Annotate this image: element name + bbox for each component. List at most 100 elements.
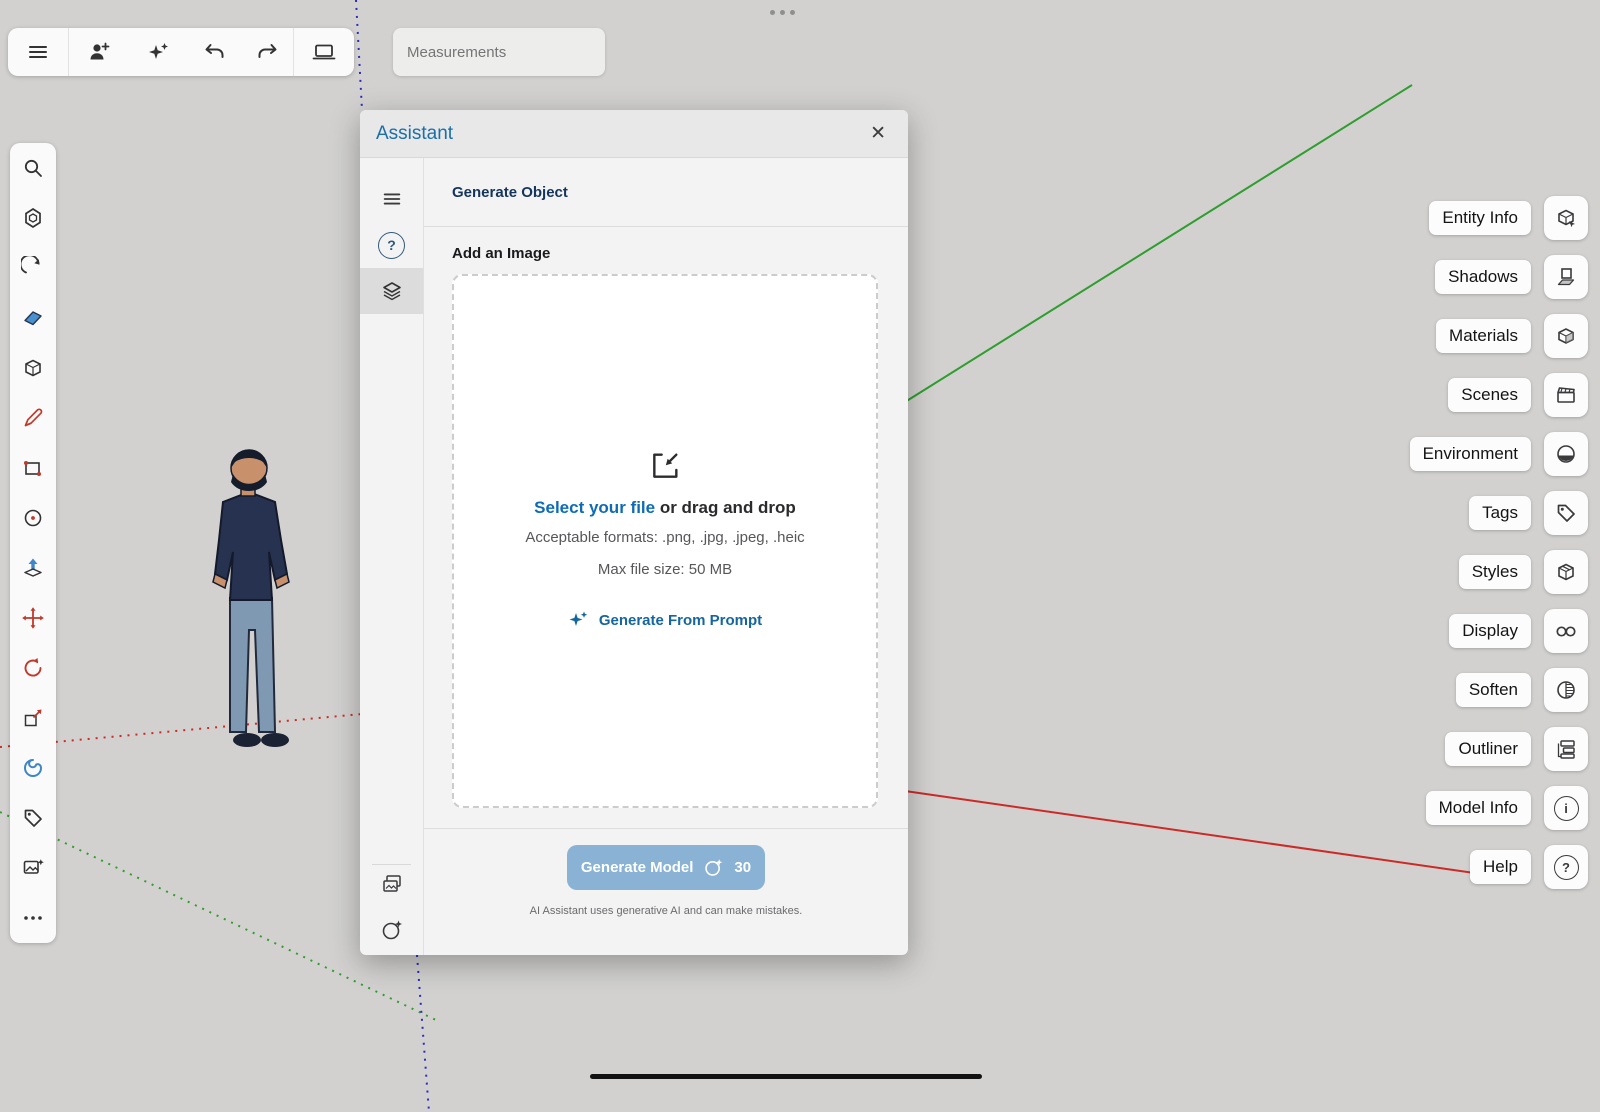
assistant-dialog-body: ? Generate Object Add an Image — [360, 158, 908, 955]
panel-row-model-info: Model Info i — [1410, 786, 1588, 830]
insert-image-tool-button[interactable] — [10, 843, 56, 893]
generate-model-button[interactable]: Generate Model 30 — [567, 845, 765, 890]
circle-center-icon — [21, 506, 45, 530]
eraser-tool-button[interactable] — [10, 293, 56, 343]
panel-label-styles[interactable]: Styles — [1459, 555, 1531, 589]
panel-label-scenes[interactable]: Scenes — [1448, 378, 1531, 412]
panel-label-outliner[interactable]: Outliner — [1445, 732, 1531, 766]
paint-tool-button[interactable] — [10, 743, 56, 793]
model-info-button[interactable]: i — [1544, 786, 1588, 830]
file-dropzone[interactable]: Select your file or drag and drop Accept… — [452, 274, 878, 808]
close-button[interactable]: ✕ — [864, 118, 892, 149]
entity-info-icon — [1554, 206, 1578, 230]
device-sync-button[interactable] — [294, 28, 354, 76]
panel-label-text: Materials — [1449, 326, 1518, 345]
red-pencil-icon — [21, 406, 45, 430]
move-arrows-icon — [21, 606, 45, 630]
dropzone-instruction: Select your file or drag and drop — [534, 498, 796, 518]
undo-button[interactable] — [189, 28, 241, 76]
section-header: Generate Object — [424, 158, 908, 227]
panel-label-help[interactable]: Help — [1470, 850, 1531, 884]
generate-from-prompt-label: Generate From Prompt — [599, 612, 762, 629]
panel-row-styles: Styles — [1410, 550, 1588, 594]
scale-tool-button[interactable] — [10, 693, 56, 743]
help-button[interactable]: ? — [1544, 845, 1588, 889]
soften-sphere-icon — [1554, 678, 1578, 702]
materials-button[interactable] — [1544, 314, 1588, 358]
credit-coin-icon — [380, 918, 404, 942]
panel-label-display[interactable]: Display — [1449, 614, 1531, 648]
panel-label-text: Tags — [1482, 503, 1518, 522]
panel-label-text: Styles — [1472, 562, 1518, 581]
styles-cube-icon — [1554, 560, 1578, 584]
generate-from-prompt-button[interactable]: Generate From Prompt — [562, 608, 768, 632]
shape-tool-button[interactable] — [10, 443, 56, 493]
assistant-generate-tab[interactable] — [360, 268, 423, 314]
scale-figure[interactable] — [183, 440, 311, 758]
entity-info-button[interactable] — [1544, 196, 1588, 240]
add-image-label: Add an Image — [452, 245, 878, 262]
add-person-button[interactable] — [69, 28, 129, 76]
assistant-menu-button[interactable] — [360, 176, 423, 222]
section-tool-button[interactable] — [10, 343, 56, 393]
panel-label-materials[interactable]: Materials — [1436, 319, 1531, 353]
circle-tool-button[interactable] — [10, 493, 56, 543]
panel-label-shadows[interactable]: Shadows — [1435, 260, 1531, 294]
panel-row-entity-info: Entity Info — [1410, 196, 1588, 240]
assistant-help-button[interactable]: ? — [360, 222, 423, 268]
move-tool-button[interactable] — [10, 593, 56, 643]
panel-row-outliner: Outliner — [1410, 727, 1588, 771]
panel-row-soften: Soften — [1410, 668, 1588, 712]
outliner-button[interactable] — [1544, 727, 1588, 771]
home-indicator[interactable] — [590, 1074, 982, 1079]
panel-label-tags[interactable]: Tags — [1469, 496, 1531, 530]
rotate-arrows-icon — [21, 656, 45, 680]
question-icon: ? — [1554, 855, 1579, 880]
window-drag-handle-icon[interactable] — [770, 10, 795, 15]
measurements-input[interactable] — [393, 44, 605, 61]
sparkles-icon — [568, 609, 590, 631]
laptop-icon — [311, 40, 337, 64]
panel-row-display: Display — [1410, 609, 1588, 653]
panel-label-environment[interactable]: Environment — [1410, 437, 1531, 471]
push-pull-tool-button[interactable] — [10, 543, 56, 593]
environment-button[interactable] — [1544, 432, 1588, 476]
more-tools-button[interactable] — [10, 893, 56, 943]
display-button[interactable] — [1544, 609, 1588, 653]
panel-row-environment: Environment — [1410, 432, 1588, 476]
assistant-gallery-button[interactable] — [360, 861, 423, 907]
tags-button[interactable] — [1544, 491, 1588, 535]
hamburger-icon — [381, 188, 403, 210]
ai-assistant-button[interactable] — [129, 28, 189, 76]
tool-palette — [10, 143, 56, 943]
eraser-icon — [21, 306, 45, 330]
panel-label-entity-info[interactable]: Entity Info — [1429, 201, 1531, 235]
dialog-title: Assistant — [376, 123, 864, 145]
marker-tool-button[interactable] — [10, 393, 56, 443]
styles-button[interactable] — [1544, 550, 1588, 594]
rotate-tool-button[interactable] — [10, 643, 56, 693]
panel-label-model-info[interactable]: Model Info — [1426, 791, 1531, 825]
select-file-link[interactable]: Select your file — [534, 498, 655, 517]
image-sparkle-icon — [21, 856, 45, 880]
tag-tool-button[interactable] — [10, 793, 56, 843]
hamburger-icon — [26, 40, 50, 64]
scenes-button[interactable] — [1544, 373, 1588, 417]
soften-button[interactable] — [1544, 668, 1588, 712]
main-menu-button[interactable] — [8, 28, 68, 76]
panel-label-soften[interactable]: Soften — [1456, 673, 1531, 707]
redo-button[interactable] — [241, 28, 293, 76]
zoom-tool-button[interactable] — [10, 143, 56, 193]
sparkles-icon — [147, 40, 171, 64]
outliner-icon — [1554, 737, 1578, 761]
redo-icon — [255, 40, 279, 64]
drag-drop-text: or drag and drop — [655, 498, 796, 517]
orbit-tool-button[interactable] — [10, 243, 56, 293]
shadows-button[interactable] — [1544, 255, 1588, 299]
layers-icon — [380, 279, 404, 303]
component-tool-button[interactable] — [10, 193, 56, 243]
assistant-dialog-header[interactable]: Assistant ✕ — [360, 110, 908, 158]
assistant-credits-button[interactable] — [360, 907, 423, 953]
panel-label-text: Soften — [1469, 680, 1518, 699]
top-toolbar — [8, 28, 354, 76]
